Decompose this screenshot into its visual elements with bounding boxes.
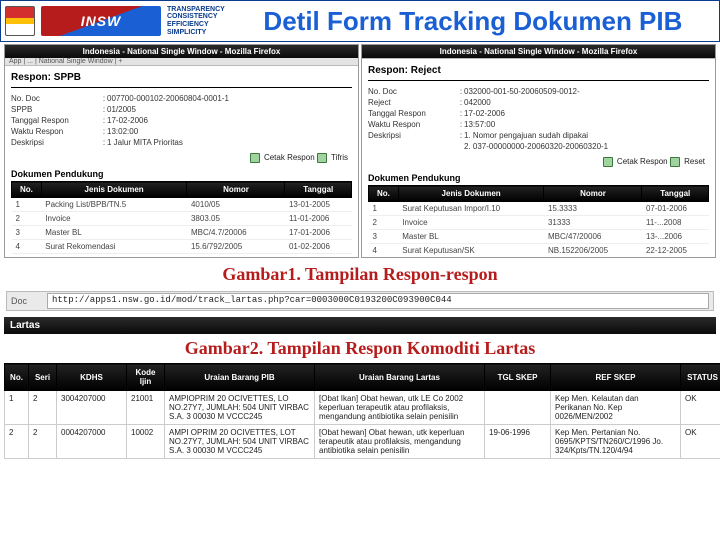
tagline-4: SIMPLICITY bbox=[167, 29, 225, 37]
th-tgl-skep: TGL SKEP bbox=[485, 364, 551, 391]
th-nomor: Nomor bbox=[544, 186, 642, 202]
kv-key: SPPB bbox=[11, 105, 101, 114]
th-jenis: Jenis Dokumen bbox=[398, 186, 544, 202]
kv-key: Tanggal Respon bbox=[11, 116, 101, 125]
doc-table-right: No. Jenis Dokumen Nomor Tanggal 1Surat K… bbox=[368, 185, 709, 258]
ff-titlebar-left: Indonesia - National Single Window - Moz… bbox=[5, 45, 358, 58]
kv-val: 01/2005 bbox=[107, 105, 352, 114]
lartas-table-wrap: No. Seri KDHS Kode Ijin Uraian Barang PI… bbox=[0, 363, 720, 463]
lartas-header: Lartas bbox=[4, 317, 716, 334]
caption-1: Gambar1. Tampilan Respon-respon bbox=[0, 260, 720, 289]
table-row: 1Packing List/BPB/TN.54010/0513-01-2005 bbox=[12, 198, 352, 212]
table-row: 2Invoice3133311-...2008 bbox=[369, 216, 709, 230]
th-ref-skep: REF SKEP bbox=[551, 364, 681, 391]
th-nomor: Nomor bbox=[187, 182, 285, 198]
url-input[interactable]: http://apps1.nsw.go.id/mod/track_lartas.… bbox=[47, 293, 709, 309]
caption-2: Gambar2. Tampilan Respon Komoditi Lartas bbox=[0, 334, 720, 363]
kv-key: Waktu Respon bbox=[11, 127, 101, 136]
extra-link[interactable]: Tifris bbox=[331, 153, 348, 162]
url-bar: Doc http://apps1.nsw.go.id/mod/track_lar… bbox=[6, 291, 714, 311]
tagline-2: CONSISTENCY bbox=[167, 13, 225, 21]
kv-key bbox=[368, 142, 458, 151]
kv-val: 1 Jalur MITA Prioritas bbox=[107, 138, 352, 147]
kv-val: 13:02:00 bbox=[107, 127, 352, 136]
kv-key: Deskripsi bbox=[11, 138, 101, 147]
insw-logo: INSW bbox=[41, 6, 161, 36]
th-status: STATUS bbox=[681, 364, 720, 391]
pane-left: Indonesia - National Single Window - Moz… bbox=[4, 44, 359, 258]
th-seri: Seri bbox=[29, 364, 57, 391]
print-row-left: Cetak Respon Tifris bbox=[11, 147, 352, 165]
kv-key: No. Doc bbox=[368, 87, 458, 96]
table-row: 2Invoice3803.0511-01-2006 bbox=[12, 212, 352, 226]
divider bbox=[368, 80, 709, 81]
table-row: 12 300420700021001 AMPIOPRIM 20 OCIVETTE… bbox=[5, 391, 720, 425]
tagline-3: EFFICIENCY bbox=[167, 21, 225, 29]
reset-icon[interactable] bbox=[670, 157, 680, 167]
table-row: 1Surat Keputusan Impor/I.1015.333307-01-… bbox=[369, 202, 709, 216]
th-kode-ijin: Kode Ijin bbox=[127, 364, 165, 391]
url-label: Doc bbox=[7, 296, 47, 306]
table-row: 5Surat Izin Menteri Pertanian310.IX/K.21… bbox=[369, 258, 709, 259]
kv-val: 17-02-2006 bbox=[107, 116, 352, 125]
th-no: No. bbox=[369, 186, 399, 202]
table-row: 3Master BLMBC/4.7/2000617-01-2006 bbox=[12, 226, 352, 240]
subhead-right: Dokumen Pendukung bbox=[368, 173, 709, 183]
print-link[interactable]: Cetak Respon bbox=[617, 157, 668, 166]
table-row: 4Surat Rekomendasi15.6/792/200501-02-200… bbox=[12, 240, 352, 254]
folder-icon[interactable] bbox=[317, 153, 327, 163]
subhead-left: Dokumen Pendukung bbox=[11, 169, 352, 179]
pane-left-content: Respon: SPPB No. Doc:007700-000102-20060… bbox=[5, 66, 358, 258]
print-link[interactable]: Cetak Respon bbox=[264, 153, 315, 162]
table-row: 3Master BLMBC/47/2000613-...2006 bbox=[369, 230, 709, 244]
kv-key: Waktu Respon bbox=[368, 120, 458, 129]
pane-right: Indonesia - National Single Window - Moz… bbox=[361, 44, 716, 258]
table-row: 22 000420700010002 AMPI OPRIM 20 OCIVETT… bbox=[5, 425, 720, 459]
respon-head-left: Respon: SPPB bbox=[11, 72, 352, 83]
respon-split: Indonesia - National Single Window - Moz… bbox=[0, 42, 720, 260]
kv-val: 032000-001-50-20060509-0012- bbox=[464, 87, 709, 96]
th-kdhs: KDHS bbox=[57, 364, 127, 391]
pane-right-content: Respon: Reject No. Doc:032000-001-50-200… bbox=[362, 59, 715, 258]
ff-titlebar-right: Indonesia - National Single Window - Moz… bbox=[362, 45, 715, 58]
kv-key: Tanggal Respon bbox=[368, 109, 458, 118]
lartas-table: No. Seri KDHS Kode Ijin Uraian Barang PI… bbox=[4, 363, 720, 459]
kv-val: 2. 037-00000000-20060320-20060320-1 bbox=[464, 142, 709, 151]
print-icon[interactable] bbox=[250, 153, 260, 163]
tagline: TRANSPARENCY CONSISTENCY EFFICIENCY SIMP… bbox=[167, 6, 225, 37]
kv-key: No. Doc bbox=[11, 94, 101, 103]
print-icon[interactable] bbox=[603, 157, 613, 167]
doc-table-left: No. Jenis Dokumen Nomor Tanggal 1Packing… bbox=[11, 181, 352, 258]
kv-val: 1. Nomor pengajuan sudah dipakai bbox=[464, 131, 709, 140]
kv-val: 007700-000102-20060804-0001-1 bbox=[107, 94, 352, 103]
divider bbox=[11, 87, 352, 88]
kv-right: No. Doc:032000-001-50-20060509-0012- Rej… bbox=[368, 87, 709, 151]
kv-key: Deskripsi bbox=[368, 131, 458, 140]
kv-key: Reject bbox=[368, 98, 458, 107]
print-row-right: Cetak Respon Reset bbox=[368, 151, 709, 169]
page-title: Detil Form Tracking Dokumen PIB bbox=[231, 6, 715, 37]
tagline-1: TRANSPARENCY bbox=[167, 6, 225, 14]
th-no: No. bbox=[12, 182, 42, 198]
table-row: 5Surat Izin Menteri Pertanian310.IX/K.21… bbox=[12, 254, 352, 259]
kv-val: 17-02-2006 bbox=[464, 109, 709, 118]
th-tanggal: Tanggal bbox=[642, 186, 709, 202]
kv-val: 13:57:00 bbox=[464, 120, 709, 129]
kv-val: 042000 bbox=[464, 98, 709, 107]
reset-link[interactable]: Reset bbox=[684, 157, 705, 166]
kv-left: No. Doc:007700-000102-20060804-0001-1 SP… bbox=[11, 94, 352, 147]
th-tanggal: Tanggal bbox=[285, 182, 352, 198]
table-row: 4Surat Keputusan/SKNB.152206/200522-12-2… bbox=[369, 244, 709, 258]
national-emblem bbox=[5, 6, 35, 36]
respon-head-right: Respon: Reject bbox=[368, 65, 709, 76]
ff-tabs-left: App | ... | National Single Window | + bbox=[5, 58, 358, 66]
th-uraian-lartas: Uraian Barang Lartas bbox=[315, 364, 485, 391]
th-no: No. bbox=[5, 364, 29, 391]
header-bar: INSW TRANSPARENCY CONSISTENCY EFFICIENCY… bbox=[0, 0, 720, 42]
th-uraian-pib: Uraian Barang PIB bbox=[165, 364, 315, 391]
th-jenis: Jenis Dokumen bbox=[41, 182, 187, 198]
